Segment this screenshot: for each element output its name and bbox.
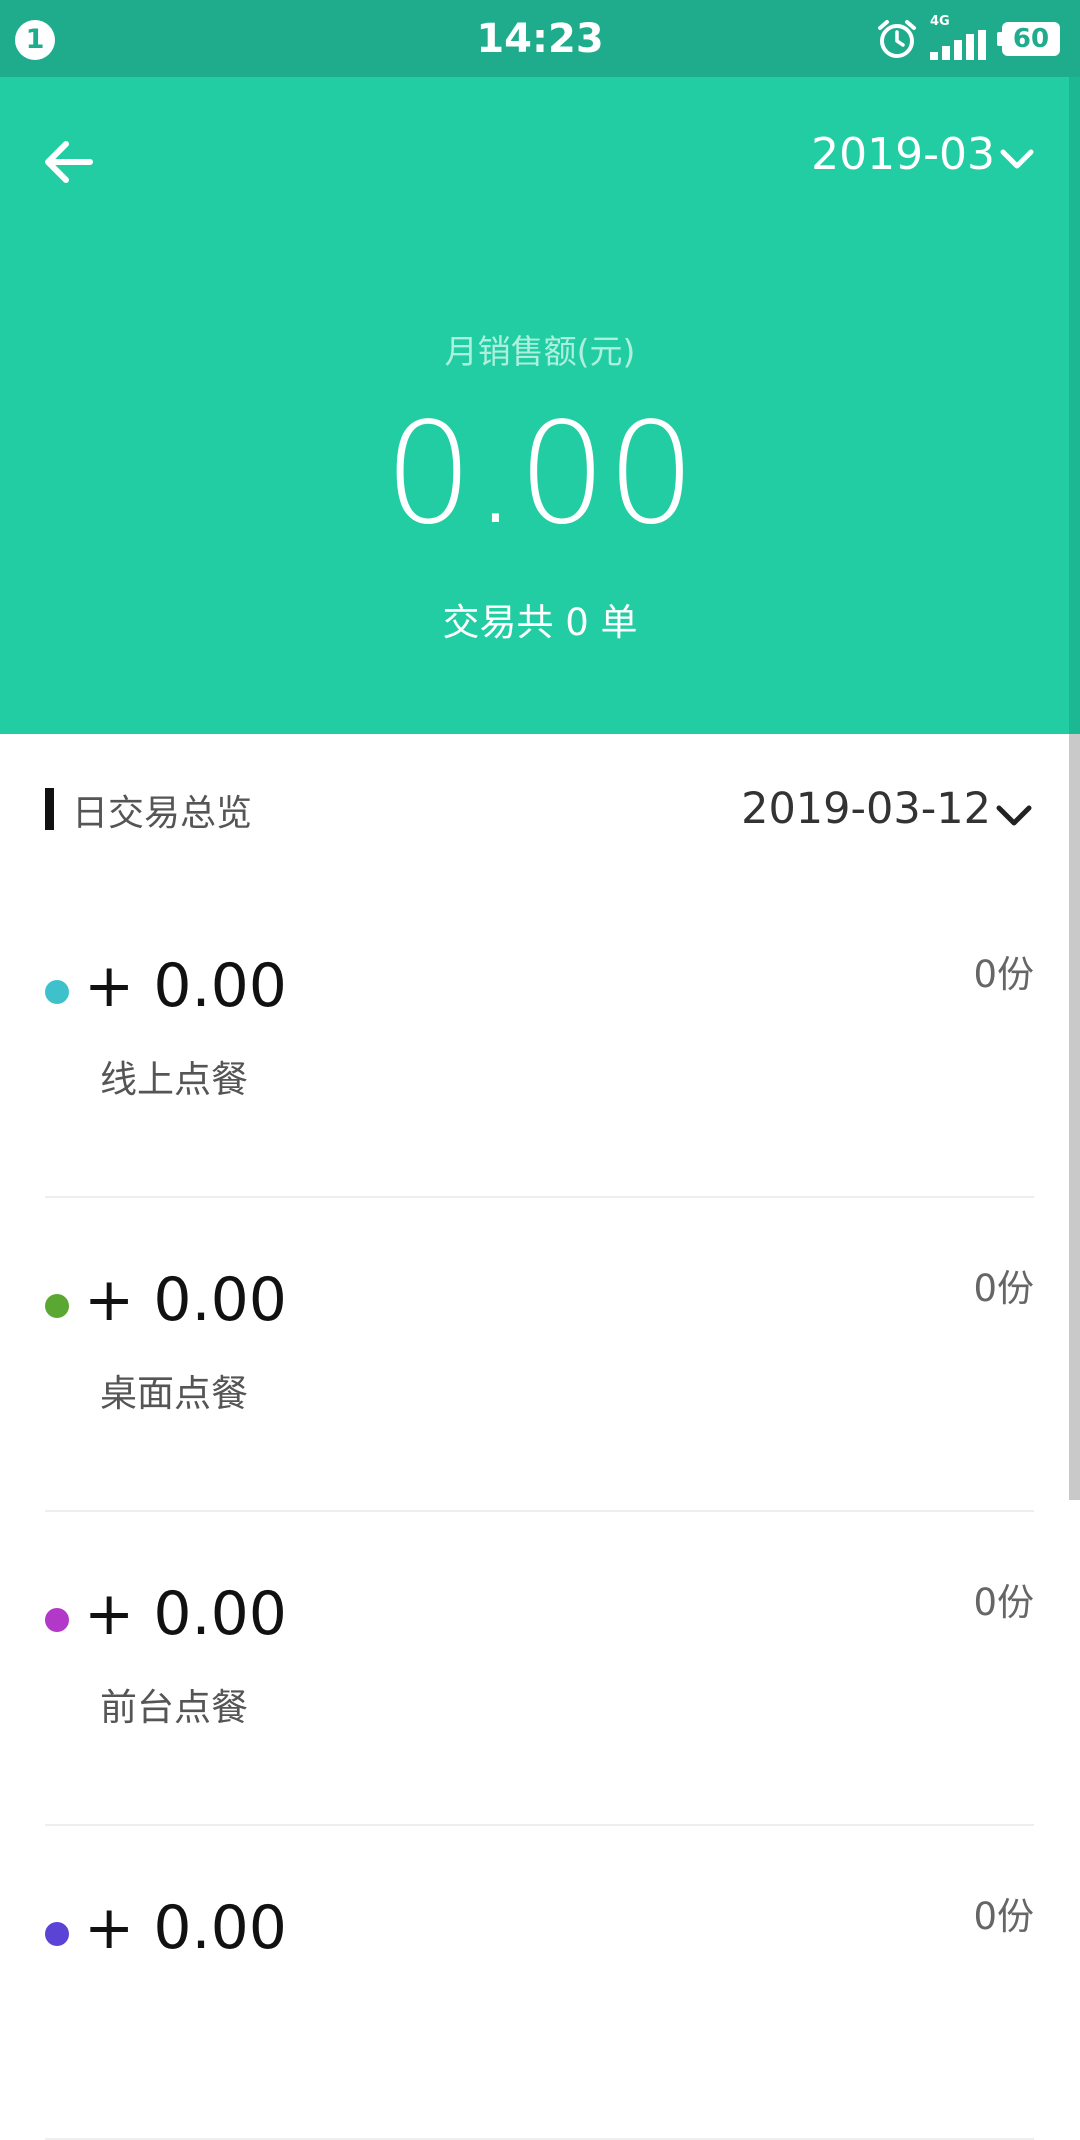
channel-amount: + 0.00 — [84, 951, 287, 1021]
list-item[interactable]: + 0.00 线上点餐 0份 — [0, 884, 1069, 1198]
signal-icon — [930, 30, 986, 60]
back-arrow-icon[interactable] — [40, 137, 96, 187]
list-item[interactable]: + 0.00 0份 — [0, 1826, 1069, 2140]
channel-color-dot — [45, 1294, 69, 1318]
channel-amount: + 0.00 — [84, 1893, 287, 1963]
scrollbar[interactable] — [1069, 734, 1080, 1500]
channel-name: 桌面点餐 — [100, 1372, 248, 1415]
status-bar: 1 14:23 4G 60 — [0, 0, 1080, 77]
network-indicator: 4G — [930, 14, 986, 60]
channel-name: 前台点餐 — [100, 1686, 248, 1729]
section-title: 日交易总览 — [72, 793, 253, 834]
list-item[interactable]: + 0.00 桌面点餐 0份 — [0, 1198, 1069, 1512]
section-accent-bar — [45, 788, 54, 830]
channel-amount: + 0.00 — [84, 1265, 287, 1335]
channel-color-dot — [45, 1608, 69, 1632]
chevron-down-icon — [996, 805, 1032, 826]
status-icons: 4G 60 — [876, 14, 1060, 62]
month-picker[interactable]: 2019-03 — [811, 129, 1035, 180]
channel-quantity: 0份 — [973, 1895, 1034, 1938]
battery-indicator: 60 — [997, 22, 1060, 56]
channel-color-dot — [45, 1922, 69, 1946]
date-value: 2019-03-12 — [741, 784, 991, 834]
daily-overview-header: 日交易总览 2019-03-12 — [0, 734, 1069, 884]
channel-color-dot — [45, 980, 69, 1004]
monthly-sales-header: 2019-03 月销售额(元) 0.00 交易共 0 单 — [0, 77, 1080, 734]
channel-quantity: 0份 — [973, 1267, 1034, 1310]
alarm-icon — [878, 20, 916, 58]
chevron-down-icon — [1000, 149, 1034, 168]
order-count-text: 交易共 0 单 — [442, 601, 638, 644]
monthly-sales-label: 月销售额(元) — [444, 332, 636, 371]
scrollbar-track — [1069, 77, 1080, 734]
network-type: 4G — [930, 14, 950, 29]
channel-quantity: 0份 — [973, 1581, 1034, 1624]
list-item[interactable]: + 0.00 前台点餐 0份 — [0, 1512, 1069, 1826]
month-value: 2019-03 — [811, 129, 995, 180]
channel-quantity: 0份 — [973, 953, 1034, 996]
monthly-sales-amount: 0.00 — [384, 393, 696, 556]
channel-name: 线上点餐 — [100, 1058, 248, 1101]
date-picker[interactable]: 2019-03-12 — [741, 784, 1033, 834]
channel-amount: + 0.00 — [84, 1579, 287, 1649]
